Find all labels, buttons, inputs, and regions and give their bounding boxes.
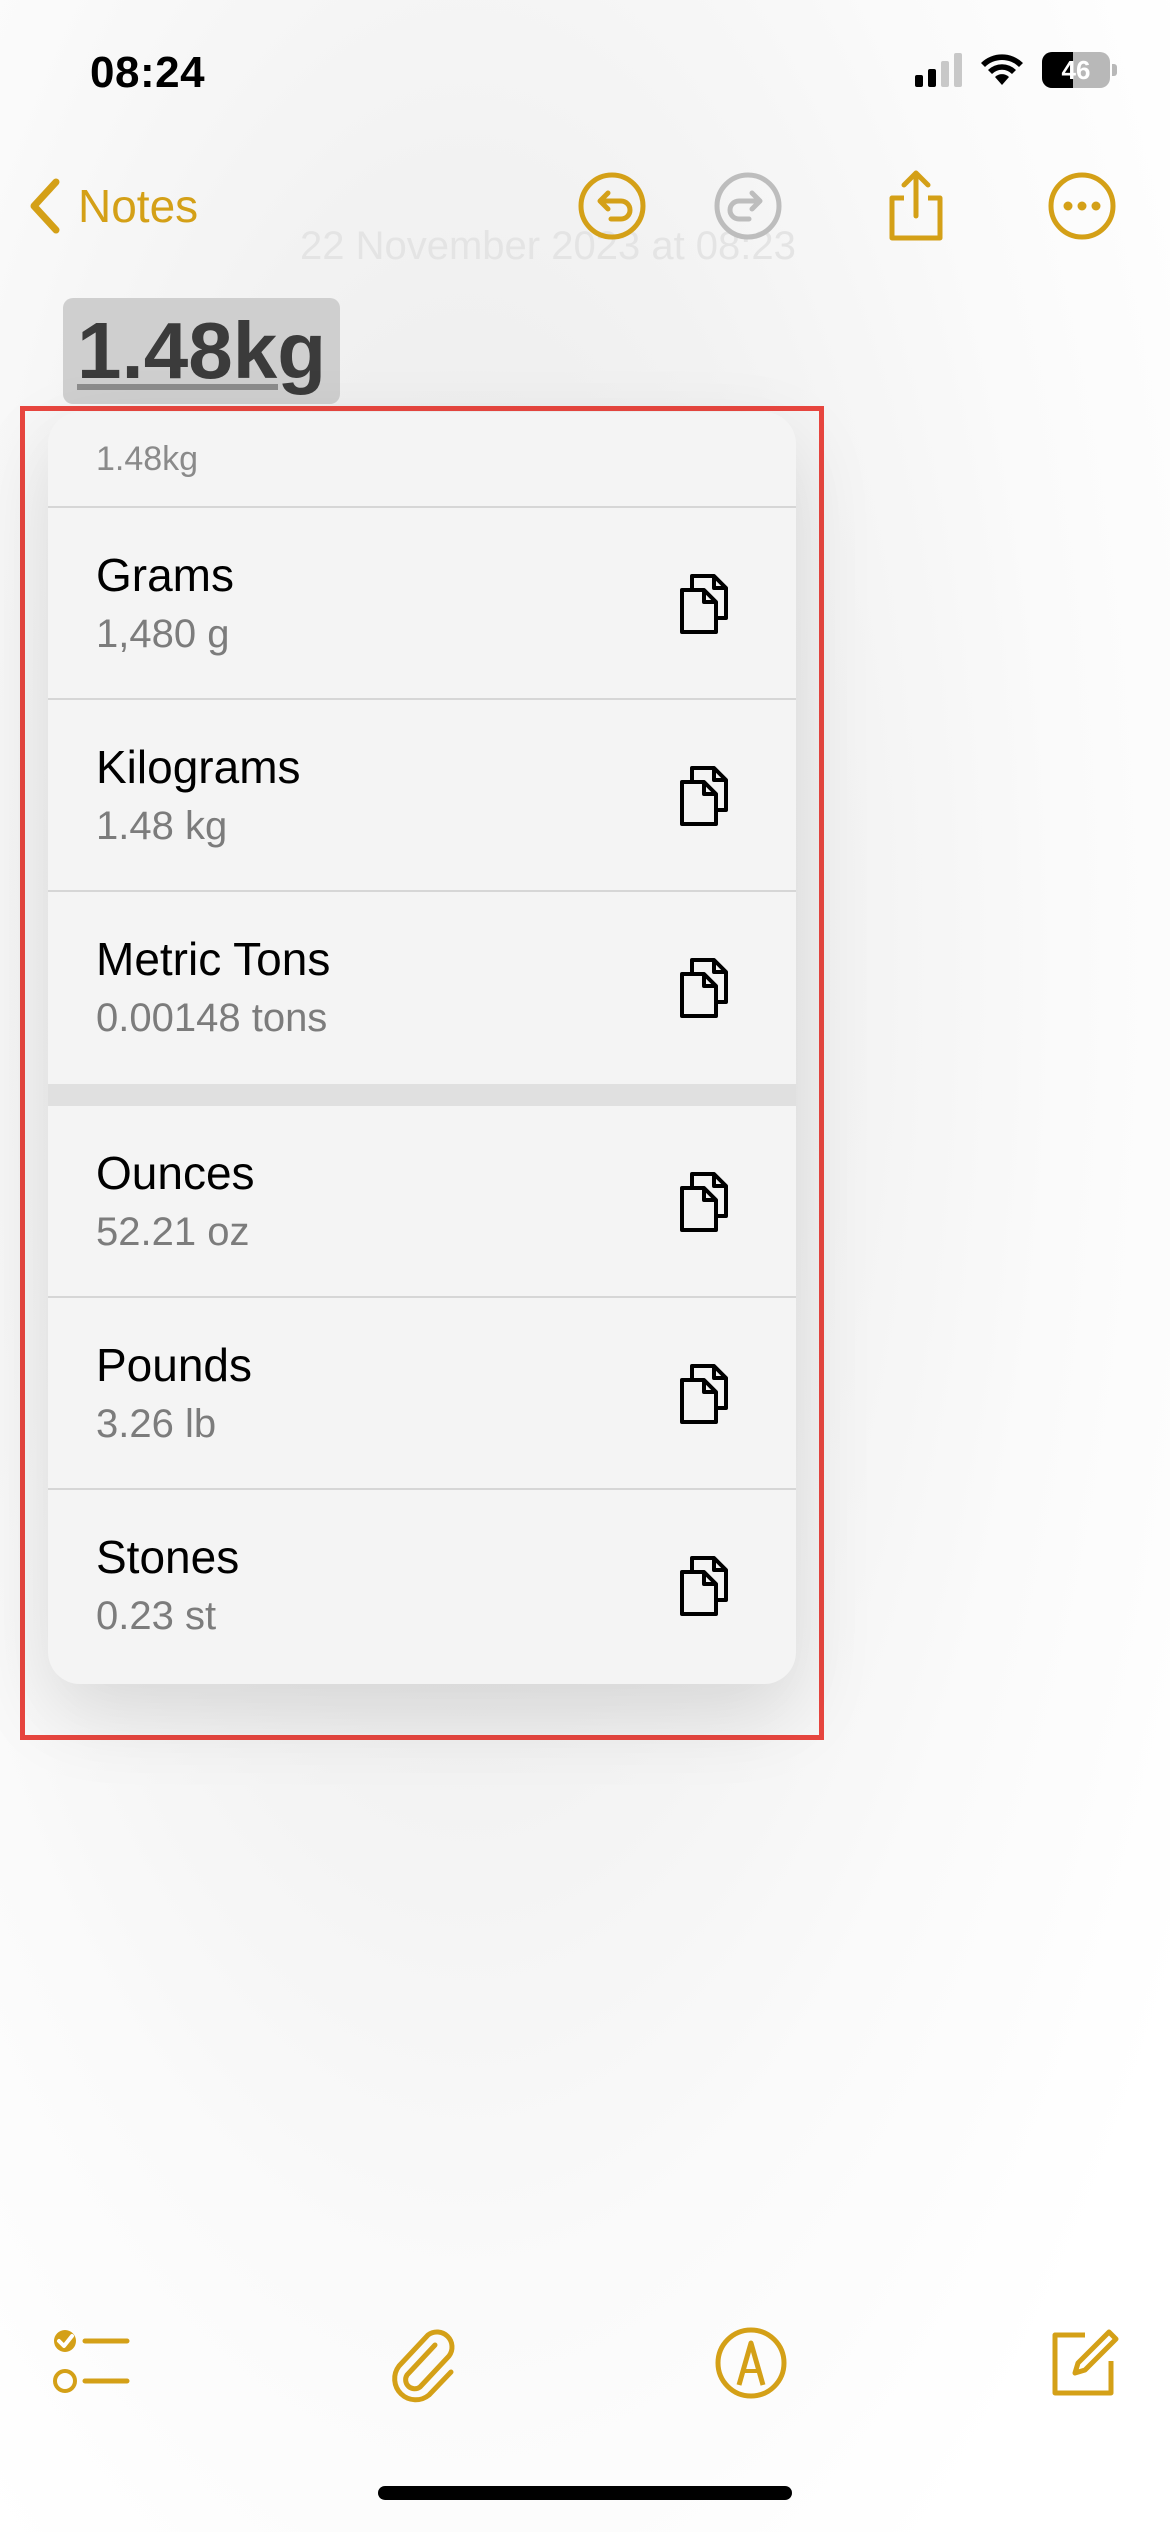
conversion-row-stones[interactable]: Stones 0.23 st [48, 1490, 796, 1682]
copy-icon[interactable] [670, 1358, 742, 1430]
battery-icon: 46 [1042, 52, 1117, 88]
row-title: Metric Tons [96, 933, 331, 985]
row-title: Pounds [96, 1339, 253, 1391]
note-text: 1.48kg [77, 306, 327, 395]
conversion-row-ounces[interactable]: Ounces 52.21 oz [48, 1106, 796, 1298]
status-icons: 46 [915, 52, 1117, 88]
attachment-button[interactable] [378, 2318, 468, 2408]
chevron-left-icon [30, 178, 60, 234]
compose-button[interactable] [1038, 2318, 1128, 2408]
compose-icon [1052, 2329, 1119, 2396]
selected-note-text[interactable]: 1.48kg [63, 298, 341, 404]
row-value: 1.48 kg [96, 804, 228, 848]
status-time: 08:24 [90, 48, 206, 97]
more-icon [1048, 172, 1116, 240]
row-title: Kilograms [96, 741, 301, 793]
share-icon [889, 170, 943, 241]
cellular-signal-icon [915, 53, 962, 87]
battery-level: 46 [1061, 54, 1091, 85]
conversion-row-metric-tons[interactable]: Metric Tons 0.00148 tons [48, 892, 796, 1084]
share-button[interactable] [880, 170, 952, 242]
unit-conversion-menu: 1.48kg Grams 1,480 g Kilograms 1.48 kg M… [48, 412, 796, 1684]
row-title: Ounces [96, 1147, 255, 1199]
copy-icon[interactable] [670, 760, 742, 832]
conversion-row-grams[interactable]: Grams 1,480 g [48, 508, 796, 700]
copy-icon[interactable] [670, 1166, 742, 1238]
row-value: 0.23 st [96, 1594, 217, 1638]
row-title: Grams [96, 549, 234, 601]
copy-icon[interactable] [670, 952, 742, 1024]
row-title: Stones [96, 1531, 240, 1583]
wifi-icon [981, 54, 1023, 85]
paperclip-icon [392, 2329, 455, 2403]
back-label: Notes [78, 180, 199, 232]
data-detector-underline [77, 384, 279, 390]
markup-pen-icon [715, 2327, 787, 2399]
home-indicator[interactable] [378, 2486, 792, 2500]
undo-icon [578, 172, 646, 240]
more-button[interactable] [1046, 170, 1118, 242]
group-separator [48, 1084, 796, 1106]
menu-header: 1.48kg [48, 412, 796, 508]
checklist-icon [53, 2330, 130, 2393]
checklist-button[interactable] [46, 2318, 136, 2408]
copy-icon[interactable] [670, 1550, 742, 1622]
redo-button[interactable] [712, 170, 784, 242]
row-value: 1,480 g [96, 612, 230, 656]
row-value: 3.26 lb [96, 1402, 217, 1446]
undo-button[interactable] [576, 170, 648, 242]
row-value: 0.00148 tons [96, 996, 328, 1040]
copy-icon[interactable] [670, 568, 742, 640]
conversion-row-kilograms[interactable]: Kilograms 1.48 kg [48, 700, 796, 892]
row-value: 52.21 oz [96, 1210, 250, 1254]
markup-button[interactable] [706, 2318, 796, 2408]
conversion-row-pounds[interactable]: Pounds 3.26 lb [48, 1298, 796, 1490]
redo-icon [714, 172, 782, 240]
back-button[interactable]: Notes [24, 176, 198, 236]
